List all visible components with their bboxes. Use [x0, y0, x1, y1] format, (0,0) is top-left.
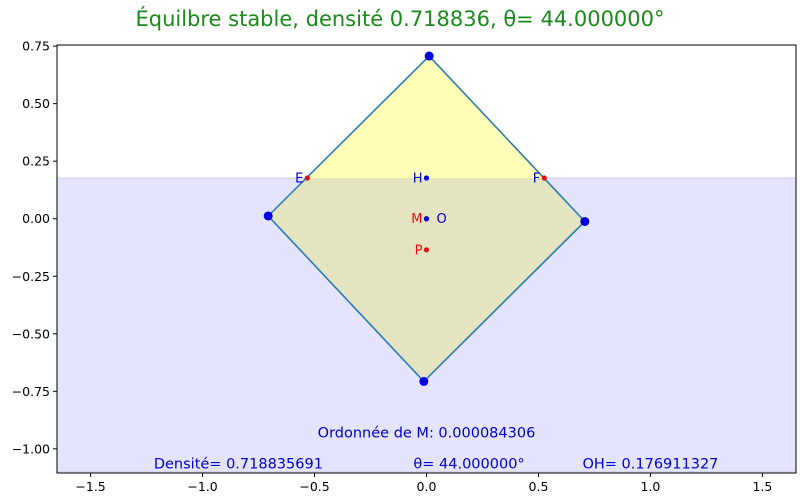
y-tick-label: −0.75 [12, 384, 50, 399]
point-label-p: P [415, 243, 423, 258]
figure: Équilbre stable, densité 0.718836, θ= 44… [12, 6, 797, 494]
x-tick-label: 0.5 [529, 479, 549, 494]
y-tick-label: 0.25 [22, 154, 50, 169]
annotation-1: Ordonnée de M: 0.000084306 [318, 426, 536, 442]
point-h [423, 175, 430, 181]
y-tick-label: 0.50 [22, 96, 50, 111]
point-o [423, 216, 430, 222]
point-label-o: O [437, 212, 447, 227]
point-label-e: E [295, 172, 303, 187]
y-tick-label: −0.50 [12, 326, 50, 341]
y-tick-label: 0.75 [22, 39, 50, 54]
point-label-m: M [411, 212, 422, 227]
point-e [304, 175, 310, 181]
x-tick-label: 1.0 [640, 479, 660, 494]
vertex-point-4 [263, 211, 273, 221]
x-tick-label: −1.0 [187, 479, 217, 494]
x-tick-label: 1.5 [752, 479, 772, 494]
point-p [423, 247, 430, 253]
y-tick-label: 0.00 [22, 211, 50, 226]
vertex-point-2 [580, 216, 590, 226]
point-label-h: H [413, 172, 423, 187]
plot-area: E F H M O P Ordonnée de M: 0.000084306 Densité=… [12, 39, 797, 494]
x-tick-label: −0.5 [299, 479, 329, 494]
vertex-point-1 [424, 51, 434, 61]
point-f [541, 175, 547, 181]
annotation-2: Densité= 0.718835691 [154, 456, 323, 472]
vertex-point-3 [419, 376, 429, 386]
annotation-4: OH= 0.176911327 [582, 456, 718, 472]
y-tick-label: −1.00 [12, 441, 50, 456]
x-tick-label: 0.0 [417, 479, 437, 494]
x-tick-label: −1.5 [75, 479, 105, 494]
chart-title: Équilbre stable, densité 0.718836, θ= 44… [135, 6, 664, 31]
y-tick-label: −0.25 [12, 269, 50, 284]
annotation-3: θ= 44.000000° [413, 456, 524, 472]
point-label-f: F [533, 172, 540, 187]
